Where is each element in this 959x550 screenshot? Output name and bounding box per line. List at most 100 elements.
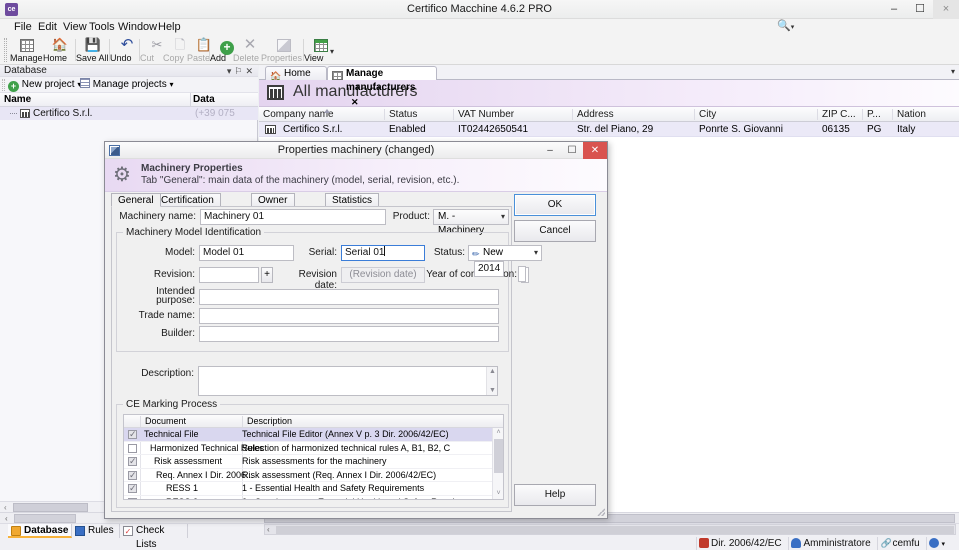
row-checkbox[interactable] xyxy=(128,469,137,481)
ok-button[interactable]: OK xyxy=(514,194,596,216)
status-chip-globe[interactable]: ▾ xyxy=(926,537,957,550)
revision-input[interactable] xyxy=(199,267,259,283)
toolbar-label-undo: Undo xyxy=(110,53,132,63)
revision-date-input[interactable]: (Revision date) xyxy=(341,267,425,283)
column-header-nation[interactable]: Nation xyxy=(893,107,959,122)
machinery-name-input[interactable]: Machinery 01 xyxy=(200,209,386,225)
menu-item-help[interactable]: Help xyxy=(154,21,185,33)
toolbar-button-properties[interactable]: Properties xyxy=(261,36,307,64)
dialog-close-button[interactable]: ✕ xyxy=(583,142,607,159)
scroll-up-arrow[interactable]: ˄ xyxy=(493,428,503,438)
dialog-tab-owner-project[interactable]: Owner project xyxy=(251,193,296,219)
status-tab-database[interactable]: Database xyxy=(8,524,72,538)
status-tab-rules[interactable]: Rules xyxy=(72,524,120,538)
toolbar-grip[interactable] xyxy=(4,38,7,62)
inner-scroll-left-arrow[interactable]: ‹ xyxy=(267,525,270,535)
status-inner-scrollbar[interactable]: ‹ xyxy=(264,524,956,535)
column-header-status[interactable]: Status xyxy=(385,107,453,122)
ce-table-row[interactable]: Req. Annex I Dir. 2006... Risk assessmen… xyxy=(124,469,503,483)
window-minimize-button[interactable]: – xyxy=(881,0,907,19)
status-tab-check-lists-label: Check Lists xyxy=(136,525,165,550)
scroll-up-arrow[interactable]: ▲ xyxy=(487,367,498,376)
column-header-vat-number[interactable]: VAT Number xyxy=(454,107,572,122)
ce-table-scrollbar[interactable]: ˄ ˅ xyxy=(492,428,503,499)
model-input[interactable]: Model 01 xyxy=(199,245,294,261)
tab-manage-manufacturers[interactable]: Manage manufacturers ✕ xyxy=(327,66,437,107)
description-textarea[interactable]: ▲ ▼ xyxy=(198,366,498,396)
ce-table-row[interactable]: RESS 2 2 - Supplementary Essential Healt… xyxy=(124,496,503,499)
serial-input[interactable]: Serial 01 xyxy=(341,245,425,261)
ce-table-row[interactable]: Risk assessment Risk assessments for the… xyxy=(124,455,503,469)
menu-item-file[interactable]: File xyxy=(10,21,36,33)
column-header-zip[interactable]: ZIP C... xyxy=(818,107,862,122)
column-header-province[interactable]: P... xyxy=(863,107,892,122)
toolbar-label-cut: Cut xyxy=(140,53,155,63)
split-scrollbar-thumb-left[interactable] xyxy=(14,514,76,523)
manage-projects-button[interactable]: Manage projects ▾ xyxy=(80,77,174,93)
column-header-address[interactable]: Address xyxy=(573,107,694,122)
row-checkbox[interactable] xyxy=(128,482,137,494)
manufacturers-grid-header: Company name Status VAT Number Address C… xyxy=(259,107,959,122)
ce-column-description[interactable]: Description xyxy=(243,415,483,428)
status-chip-user[interactable]: Amministratore xyxy=(788,537,874,550)
cell-address: Str. del Piano, 29 xyxy=(577,124,654,135)
tab-home[interactable]: 🏠 Home xyxy=(265,66,327,81)
ce-table-row[interactable]: Technical File Technical File Editor (An… xyxy=(124,428,503,442)
manage-projects-caret[interactable]: ▾ xyxy=(170,80,174,89)
description-scrollbar[interactable]: ▲ ▼ xyxy=(486,367,497,395)
dialog-tab-certification-process[interactable]: Certification process xyxy=(154,193,221,219)
inner-scrollbar-thumb[interactable] xyxy=(276,526,954,534)
status-select[interactable]: ✏ New xyxy=(468,245,542,261)
column-header-city[interactable]: City xyxy=(695,107,817,122)
dialog-tab-statistics[interactable]: Statistics xyxy=(325,193,380,207)
row-checkbox[interactable] xyxy=(128,443,137,453)
pin-icon[interactable]: ⚐ xyxy=(234,66,245,76)
menu-item-edit[interactable]: Edit xyxy=(34,21,61,33)
scrollbar-thumb[interactable] xyxy=(494,439,503,473)
revision-add-button[interactable]: + xyxy=(261,267,273,283)
dock-column-headers: Name Data xyxy=(0,93,258,107)
scrollbar-thumb[interactable] xyxy=(13,503,88,512)
toolbar-button-home[interactable]: 🏠 Home xyxy=(43,36,77,64)
help-button[interactable]: Help xyxy=(514,484,596,506)
tab-close-icon[interactable]: ✕ xyxy=(351,97,359,107)
window-close-button[interactable]: × xyxy=(933,0,959,19)
tab-overflow-caret[interactable]: ▾ xyxy=(951,67,955,76)
cancel-button[interactable]: Cancel xyxy=(514,220,596,242)
dock-toolbar-grip[interactable] xyxy=(2,79,5,91)
toolbar-button-manage[interactable]: Manage xyxy=(10,36,44,64)
status-chip-connection[interactable]: 🔗 cemfu xyxy=(877,537,923,550)
ce-table-row[interactable]: Harmonized Technical Rules Selection of … xyxy=(124,442,503,456)
dock-column-data[interactable]: Data xyxy=(193,93,215,107)
toolbar-button-save-all[interactable]: 💾 Save All xyxy=(76,36,110,64)
column-header-company-name[interactable]: Company name xyxy=(259,107,384,122)
search-icon[interactable]: 🔍▾ xyxy=(777,19,797,33)
dialog-tab-general[interactable]: General xyxy=(111,193,161,207)
dock-column-name[interactable]: Name xyxy=(4,93,31,107)
dock-tree-row[interactable]: Certifico S.r.l. (+39 075 xyxy=(0,107,258,120)
year-of-construction-input[interactable]: 2014 xyxy=(474,261,504,277)
ce-column-document[interactable]: Document xyxy=(141,415,242,428)
dock-column-divider[interactable] xyxy=(190,93,191,107)
status-tab-check-lists[interactable]: ✓ Check Lists xyxy=(120,524,188,550)
row-checkbox[interactable] xyxy=(128,428,137,440)
builder-input[interactable] xyxy=(199,326,499,342)
new-project-button[interactable]: + New project ▾ xyxy=(8,77,81,93)
product-select[interactable]: M. - Machinery xyxy=(433,209,509,236)
trade-name-input[interactable] xyxy=(199,308,499,324)
ce-table-row[interactable]: RESS 1 1 - Essential Health and Safety R… xyxy=(124,482,503,496)
row-checkbox[interactable] xyxy=(128,498,137,499)
dock-close-icon[interactable]: ✕ xyxy=(245,66,256,76)
status-chip-directive[interactable]: Dir. 2006/42/EC xyxy=(696,537,786,550)
dialog-resize-grip[interactable] xyxy=(595,506,605,516)
dialog-maximize-button[interactable]: ☐ xyxy=(561,142,583,159)
status-chip-globe-caret[interactable]: ▾ xyxy=(941,541,945,548)
scroll-down-arrow[interactable]: ▼ xyxy=(487,386,498,395)
toolbar-view-dropdown-caret[interactable]: ▾ xyxy=(330,47,334,56)
scroll-down-arrow[interactable]: ˅ xyxy=(493,489,503,499)
row-checkbox[interactable] xyxy=(128,455,137,467)
table-row[interactable]: Certifico S.r.l. Enabled IT02442650541 S… xyxy=(259,122,959,137)
window-maximize-button[interactable]: ☐ xyxy=(907,0,933,19)
dialog-minimize-button[interactable]: – xyxy=(539,142,561,159)
intended-purpose-input[interactable] xyxy=(199,289,499,305)
